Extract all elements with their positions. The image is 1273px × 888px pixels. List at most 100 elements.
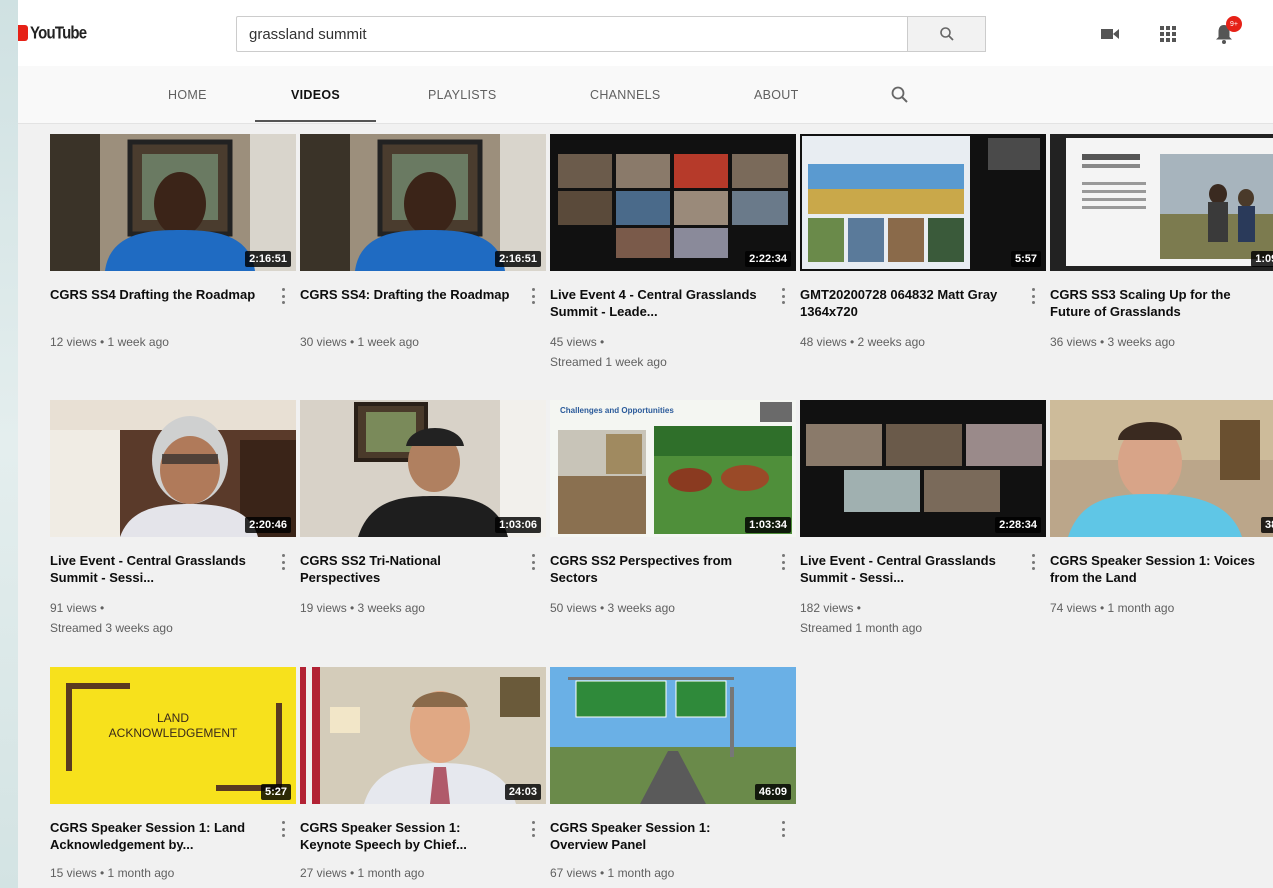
video-duration: 1:03:06 (495, 517, 541, 533)
youtube-logo[interactable]: YouTube (18, 22, 87, 44)
search-input[interactable] (237, 17, 907, 51)
more-actions-icon[interactable] (778, 819, 788, 839)
video-duration: 1:09:1 (1251, 251, 1273, 267)
video-card[interactable]: 46:09 CGRS Speaker Session 1: Overview P… (550, 667, 796, 880)
video-views-age: 27 views • 1 month ago (300, 866, 425, 880)
more-actions-icon[interactable] (528, 286, 538, 306)
video-card[interactable]: Challenges and Opportunities 1:03:34 CGR… (550, 400, 796, 615)
video-title[interactable]: CGRS SS2 Perspectives from Sectors (550, 552, 760, 586)
video-views-age: 50 views • 3 weeks ago (550, 601, 675, 615)
video-views-age: 67 views • 1 month ago (550, 866, 675, 880)
video-views-age: 74 views • 1 month ago (1050, 601, 1175, 615)
video-metadata: 15 views • 1 month ago (50, 863, 280, 883)
video-metadata: 19 views • 3 weeks ago (300, 598, 530, 618)
logo-text: YouTube (30, 23, 87, 43)
video-views-age: 15 views • 1 month ago (50, 866, 175, 880)
more-actions-icon[interactable] (278, 286, 288, 306)
youtube-play-icon (18, 25, 28, 41)
video-card[interactable]: 2:28:34 Live Event - Central Grasslands … (800, 400, 1046, 635)
video-card[interactable]: 5:57 GMT20200728 064832 Matt Gray 1364x7… (800, 134, 1046, 349)
video-thumbnail[interactable]: Challenges and Opportunities 1:03:34 (550, 400, 796, 537)
tab-videos[interactable]: VIDEOS (255, 66, 377, 124)
video-thumbnail[interactable]: 5:57 (800, 134, 1046, 271)
video-thumbnail[interactable]: 2:28:34 (800, 400, 1046, 537)
video-views-age: 19 views • 3 weeks ago (300, 601, 425, 615)
video-title[interactable]: CGRS SS2 Tri-National Perspectives (300, 552, 510, 586)
more-actions-icon[interactable] (778, 286, 788, 306)
video-title[interactable]: CGRS SS4: Drafting the Roadmap (300, 286, 510, 303)
video-thumbnail[interactable]: 2:16:51 (50, 134, 296, 271)
channel-search-button[interactable] (890, 66, 910, 124)
video-metadata: 12 views • 1 week ago (50, 332, 280, 352)
video-metadata: 27 views • 1 month ago (300, 863, 530, 883)
more-actions-icon[interactable] (278, 552, 288, 572)
land-acknowledgement-text: LAND ACKNOWLEDGEMENT (108, 711, 238, 740)
video-thumbnail[interactable]: 2:22:34 (550, 134, 796, 271)
channel-tabs: HOME VIDEOS PLAYLISTS CHANNELS ABOUT (18, 66, 1273, 124)
video-title[interactable]: CGRS Speaker Session 1: Voices from the … (1050, 552, 1260, 586)
video-duration: 46:09 (754, 784, 791, 800)
video-card[interactable]: 2:16:51 CGRS SS4 Drafting the Roadmap 12… (50, 134, 296, 349)
more-actions-icon[interactable] (528, 819, 538, 839)
video-views-age: 48 views • 2 weeks ago (800, 335, 925, 349)
search-button[interactable] (908, 16, 986, 52)
video-duration: 2:16:51 (495, 251, 541, 267)
video-card[interactable]: 38:3 CGRS Speaker Session 1: Voices from… (1050, 400, 1273, 615)
video-card[interactable]: 2:20:46 Live Event - Central Grasslands … (50, 400, 296, 635)
video-views-age: 12 views • 1 week ago (50, 335, 169, 349)
video-title[interactable]: CGRS Speaker Session 1: Land Acknowledge… (50, 819, 260, 853)
tab-about[interactable]: ABOUT (754, 66, 799, 124)
more-actions-icon[interactable] (278, 819, 288, 839)
video-card[interactable]: 1:09:1 CGRS SS3 Scaling Up for the Futur… (1050, 134, 1273, 349)
video-duration: 38:3 (1260, 517, 1273, 533)
video-metadata: 48 views • 2 weeks ago (800, 332, 1030, 352)
video-title[interactable]: CGRS Speaker Session 1: Overview Panel (550, 819, 760, 853)
more-actions-icon[interactable] (1028, 552, 1038, 572)
video-title[interactable]: GMT20200728 064832 Matt Gray 1364x720 (800, 286, 1010, 320)
video-views-age: 182 views • (800, 601, 861, 615)
video-title[interactable]: CGRS SS3 Scaling Up for the Future of Gr… (1050, 286, 1260, 320)
video-thumbnail[interactable]: 2:16:51 (300, 134, 546, 271)
video-card[interactable]: 24:03 CGRS Speaker Session 1: Keynote Sp… (300, 667, 546, 880)
video-title[interactable]: Live Event - Central Grasslands Summit -… (50, 552, 260, 586)
video-card[interactable]: LAND ACKNOWLEDGEMENT 5:27 CGRS Speaker S… (50, 667, 296, 880)
tab-channels[interactable]: CHANNELS (590, 66, 660, 124)
tab-playlists[interactable]: PLAYLISTS (428, 66, 496, 124)
video-thumbnail[interactable]: 1:03:06 (300, 400, 546, 537)
video-thumbnail[interactable]: 24:03 (300, 667, 546, 804)
video-title[interactable]: Live Event 4 - Central Grasslands Summit… (550, 286, 760, 320)
video-duration: 2:20:46 (245, 517, 291, 533)
slide-title: Challenges and Opportunities (560, 406, 674, 415)
video-metadata: 182 views • Streamed 1 month ago (800, 598, 1030, 638)
video-thumbnail[interactable]: 46:09 (550, 667, 796, 804)
video-metadata: 45 views • Streamed 1 week ago (550, 332, 780, 372)
video-thumbnail[interactable]: 38:3 (1050, 400, 1273, 537)
video-duration: 2:22:34 (745, 251, 791, 267)
video-card[interactable]: 1:03:06 CGRS SS2 Tri-National Perspectiv… (300, 400, 546, 615)
video-views-age: 30 views • 1 week ago (300, 335, 419, 349)
more-actions-icon[interactable] (778, 552, 788, 572)
more-actions-icon[interactable] (528, 552, 538, 572)
create-video-button[interactable] (1098, 22, 1122, 46)
video-duration: 1:03:34 (745, 517, 791, 533)
search-input-container (236, 16, 908, 52)
video-views-age: 36 views • 3 weeks ago (1050, 335, 1175, 349)
video-title[interactable]: CGRS SS4 Drafting the Roadmap (50, 286, 260, 303)
thumbnail-image (1050, 400, 1273, 537)
video-card[interactable]: 2:16:51 CGRS SS4: Drafting the Roadmap 3… (300, 134, 546, 349)
video-views-age: 45 views • (550, 335, 605, 349)
video-card[interactable]: 2:22:34 Live Event 4 - Central Grassland… (550, 134, 796, 369)
video-title[interactable]: Live Event - Central Grasslands Summit -… (800, 552, 1010, 586)
video-camera-icon (1101, 29, 1119, 39)
notification-badge: 9+ (1226, 16, 1242, 32)
thumbnail-image (1050, 134, 1273, 271)
tab-home[interactable]: HOME (168, 66, 207, 124)
apps-button[interactable] (1156, 22, 1180, 46)
video-thumbnail[interactable]: 1:09:1 (1050, 134, 1273, 271)
video-metadata: 74 views • 1 month ago (1050, 598, 1273, 618)
video-thumbnail[interactable]: 2:20:46 (50, 400, 296, 537)
video-title[interactable]: CGRS Speaker Session 1: Keynote Speech b… (300, 819, 510, 853)
notifications-button[interactable]: 9+ (1212, 16, 1242, 46)
more-actions-icon[interactable] (1028, 286, 1038, 306)
video-thumbnail[interactable]: LAND ACKNOWLEDGEMENT 5:27 (50, 667, 296, 804)
